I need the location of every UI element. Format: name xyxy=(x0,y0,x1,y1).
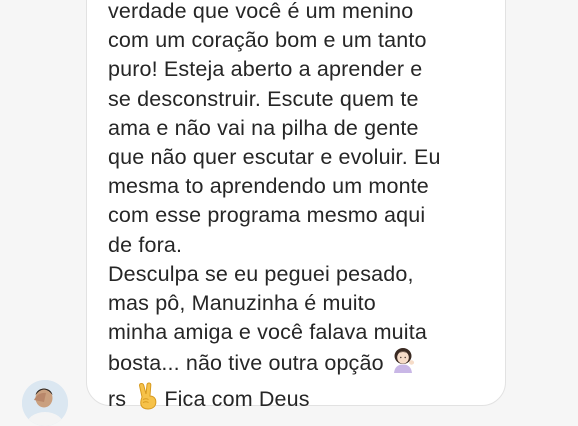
message-line: com esse programa mesmo aqui xyxy=(108,203,426,228)
message-line-text: rs xyxy=(108,386,127,411)
message-line: se desconstruir. Escute quem te xyxy=(108,86,419,111)
message-line: Desculpa se eu peguei pesado, xyxy=(108,261,414,286)
message-line: que não quer escutar e evoluir. Eu xyxy=(108,145,441,170)
avatar-photo xyxy=(22,380,68,426)
victory-hand-icon xyxy=(136,382,160,418)
message-line: puro! Esteja aberto a aprender e xyxy=(108,57,423,82)
message-line-with-emoji: bosta... não tive outra opção xyxy=(108,347,488,381)
message-line: ama e não vai na pilha de gente xyxy=(108,115,419,140)
message-line: de fora. xyxy=(108,232,183,257)
message-line: com um coração bom e um tanto xyxy=(108,28,427,53)
message-line-text: bosta... não tive outra opção xyxy=(108,351,384,376)
woman-tipping-hand-icon xyxy=(390,347,416,381)
message-line: minha amiga e você falava muita xyxy=(108,320,427,345)
message-line-text: Fica com Deus xyxy=(164,386,310,411)
sender-avatar[interactable] xyxy=(22,380,68,426)
message-line: verdade que você é um menino xyxy=(108,0,414,23)
message-line-with-emoji: rs Fica com Deus xyxy=(108,382,488,418)
message-text: verdade que você é um menino com um cora… xyxy=(108,0,488,418)
message-line: mas pô, Manuzinha é muito xyxy=(108,291,376,316)
message-line: mesma to aprendendo um monte xyxy=(108,174,429,199)
